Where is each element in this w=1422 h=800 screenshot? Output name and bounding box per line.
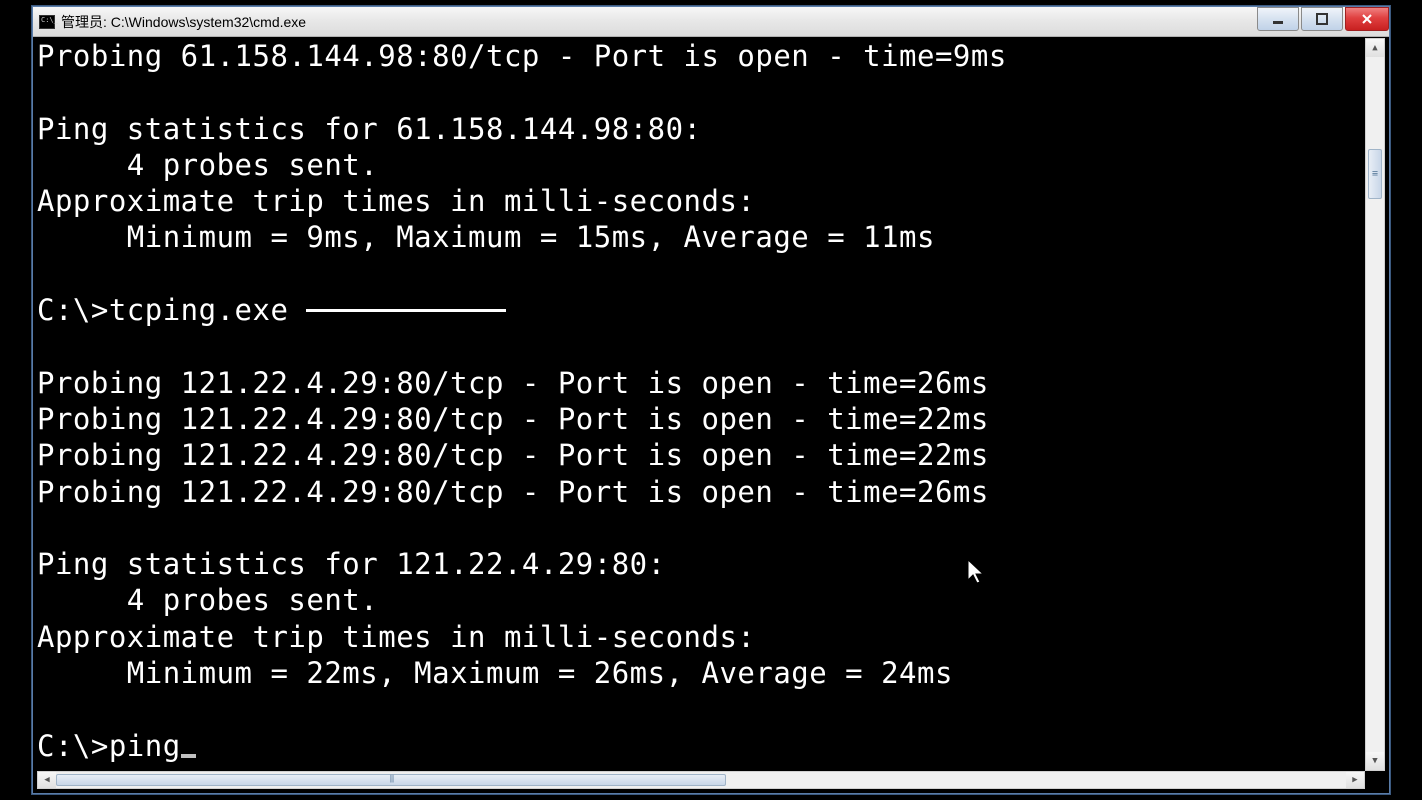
scroll-down-button[interactable]: ▼ xyxy=(1366,752,1384,770)
close-icon xyxy=(1361,13,1373,25)
redacted-argument xyxy=(306,309,506,312)
cmd-window: 管理员: C:\Windows\system32\cmd.exe Probing… xyxy=(32,6,1390,794)
vertical-scrollbar[interactable]: ▲ ▼ xyxy=(1365,38,1385,771)
output-line: Probing 121.22.4.29:80/tcp - Port is ope… xyxy=(37,438,989,472)
output-line: Approximate trip times in milli-seconds: xyxy=(37,620,755,654)
prompt-text: C:\>tcping.exe xyxy=(37,293,306,327)
window-controls xyxy=(1255,7,1389,31)
terminal-viewport[interactable]: Probing 61.158.144.98:80/tcp - Port is o… xyxy=(37,38,1365,771)
cmd-icon xyxy=(39,15,55,29)
horizontal-scroll-thumb[interactable] xyxy=(56,774,726,786)
window-title: 管理员: C:\Windows\system32\cmd.exe xyxy=(61,12,306,32)
output-line: Probing 121.22.4.29:80/tcp - Port is ope… xyxy=(37,402,989,436)
titlebar[interactable]: 管理员: C:\Windows\system32\cmd.exe xyxy=(33,7,1389,37)
close-button[interactable] xyxy=(1345,7,1389,31)
maximize-button[interactable] xyxy=(1301,7,1343,31)
minimize-button[interactable] xyxy=(1257,7,1299,31)
output-line: Minimum = 9ms, Maximum = 15ms, Average =… xyxy=(37,220,935,254)
prompt-line: C:\>tcping.exe xyxy=(37,293,506,327)
prompt-text: C:\>ping xyxy=(37,729,181,763)
scroll-left-button[interactable]: ◀ xyxy=(38,772,56,788)
output-line: Minimum = 22ms, Maximum = 26ms, Average … xyxy=(37,656,953,690)
output-line: Probing 121.22.4.29:80/tcp - Port is ope… xyxy=(37,475,989,509)
minimize-icon xyxy=(1272,13,1284,25)
vertical-scroll-thumb[interactable] xyxy=(1368,149,1382,199)
output-line: Ping statistics for 121.22.4.29:80: xyxy=(37,547,666,581)
output-line: Approximate trip times in milli-seconds: xyxy=(37,184,755,218)
horizontal-scrollbar[interactable]: ◀ ▶ xyxy=(37,771,1365,789)
output-line: 4 probes sent. xyxy=(37,583,378,617)
prompt-line: C:\>ping xyxy=(37,729,196,763)
scroll-up-button[interactable]: ▲ xyxy=(1366,39,1384,57)
text-cursor xyxy=(181,754,196,758)
output-line: 4 probes sent. xyxy=(37,148,378,182)
output-line: Probing 61.158.144.98:80/tcp - Port is o… xyxy=(37,39,1007,73)
scroll-right-button[interactable]: ▶ xyxy=(1346,772,1364,788)
terminal-output: Probing 61.158.144.98:80/tcp - Port is o… xyxy=(37,38,1365,764)
output-line: Probing 121.22.4.29:80/tcp - Port is ope… xyxy=(37,366,989,400)
output-line: Ping statistics for 61.158.144.98:80: xyxy=(37,112,702,146)
maximize-icon xyxy=(1316,13,1328,25)
